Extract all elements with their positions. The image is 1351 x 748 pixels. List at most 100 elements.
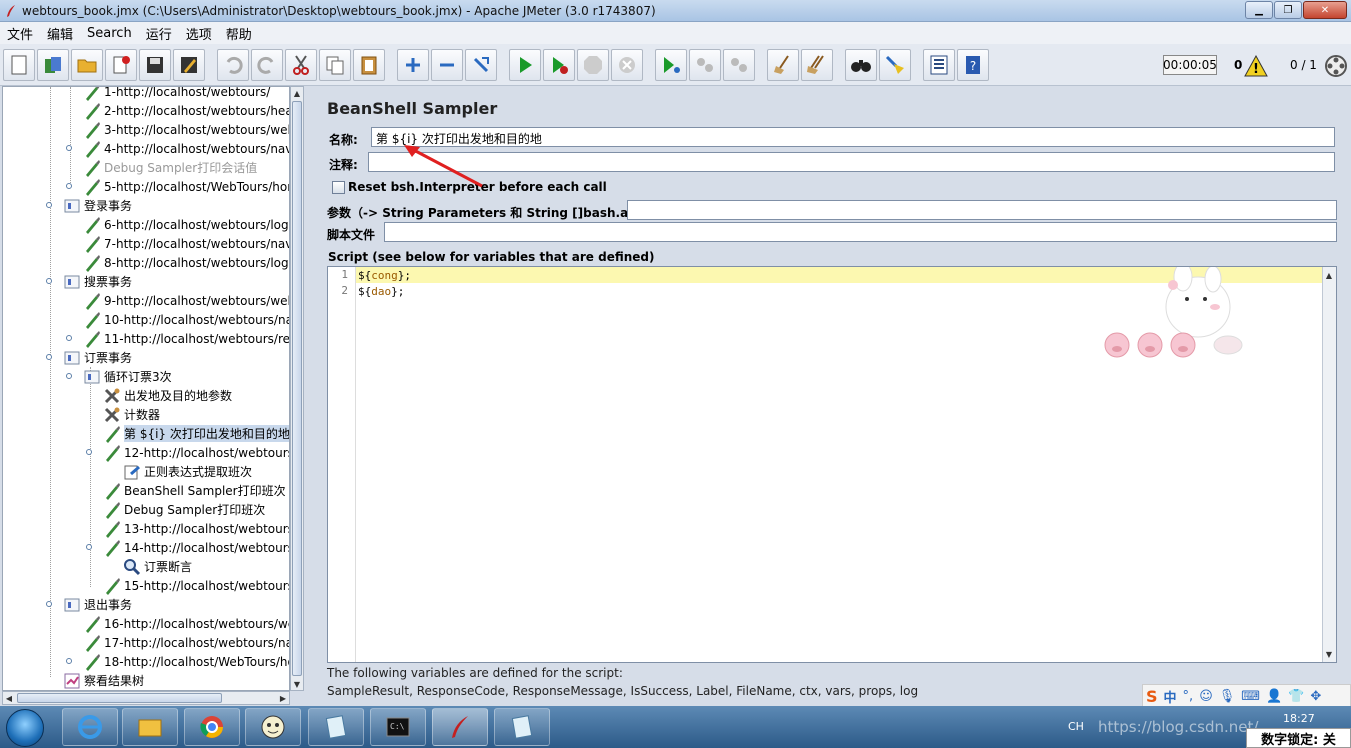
- remote-start-button[interactable]: [655, 49, 687, 81]
- tree-node[interactable]: 18-http://localhost/WebTours/hom: [83, 652, 289, 671]
- tree-node[interactable]: 2-http://localhost/webtours/header: [83, 101, 289, 120]
- tree-expand-handle[interactable]: [46, 278, 52, 284]
- tree-node[interactable]: 搜票事务: [63, 272, 132, 291]
- search-button[interactable]: [845, 49, 877, 81]
- script-file-field[interactable]: [384, 222, 1337, 242]
- close-window-button[interactable]: ✕: [1303, 1, 1347, 19]
- tree-node[interactable]: 15-http://localhost/webtours/re: [103, 576, 289, 595]
- tree-expand-handle[interactable]: [66, 335, 72, 341]
- new-button[interactable]: [3, 49, 35, 81]
- tree-node[interactable]: 8-http://localhost/webtours/login.p: [83, 253, 289, 272]
- tree-node[interactable]: 出发地及目的地参数: [103, 386, 232, 405]
- tree-node[interactable]: 订票事务: [63, 348, 132, 367]
- remote-engines-icon[interactable]: [1324, 54, 1348, 78]
- menu-search[interactable]: Search: [80, 26, 139, 41]
- save-button[interactable]: [139, 49, 171, 81]
- tree-node[interactable]: 16-http://localhost/webtours/welco: [83, 614, 289, 633]
- taskbar-explorer[interactable]: [122, 708, 178, 746]
- reset-interpreter-checkbox[interactable]: [332, 181, 345, 194]
- script-scroll-up-icon[interactable]: ▲: [1323, 269, 1335, 281]
- panel-splitter[interactable]: [305, 86, 317, 706]
- taskbar-chrome[interactable]: [184, 708, 240, 746]
- tree-node[interactable]: 计数器: [103, 405, 160, 424]
- tree-node[interactable]: 正则表达式提取班次: [123, 462, 252, 481]
- script-vertical-scrollbar[interactable]: ▲ ▼: [1322, 267, 1336, 662]
- cut-button[interactable]: [285, 49, 317, 81]
- hscroll-thumb[interactable]: [17, 693, 222, 703]
- close-file-button[interactable]: [105, 49, 137, 81]
- warning-icon[interactable]: !: [1244, 55, 1268, 77]
- tree-node[interactable]: 9-http://localhost/webtours/welcon: [83, 291, 289, 310]
- menu-options[interactable]: 选项: [179, 24, 219, 43]
- templates-button[interactable]: [37, 49, 69, 81]
- menu-run[interactable]: 运行: [139, 24, 179, 43]
- remote-stop-button[interactable]: [689, 49, 721, 81]
- emoji-icon[interactable]: ☺: [1199, 689, 1213, 704]
- tree-vertical-scrollbar[interactable]: ▲ ▼: [290, 86, 304, 691]
- shutdown-button[interactable]: [611, 49, 643, 81]
- scroll-thumb[interactable]: [292, 101, 302, 676]
- ime-toolbar[interactable]: S 中 °, ☺ 🎙 ⌨ 👤 👕 ✥: [1142, 684, 1351, 708]
- tree-node[interactable]: 登录事务: [63, 196, 132, 215]
- redo-button[interactable]: [251, 49, 283, 81]
- clear-button[interactable]: [767, 49, 799, 81]
- start-orb-button[interactable]: [6, 709, 44, 747]
- tree-node[interactable]: 5-http://localhost/WebTours/home: [83, 177, 289, 196]
- tree-node[interactable]: 11-http://localhost/webtours/reser: [83, 329, 289, 348]
- minimize-button[interactable]: ▁: [1245, 1, 1273, 19]
- stop-button[interactable]: [577, 49, 609, 81]
- scroll-left-icon[interactable]: ◀: [3, 692, 15, 704]
- save-screenshot-button[interactable]: [173, 49, 205, 81]
- scroll-up-icon[interactable]: ▲: [291, 87, 303, 99]
- taskbar-ie[interactable]: [62, 708, 118, 746]
- tools-icon[interactable]: ✥: [1310, 689, 1321, 704]
- taskbar-cmd[interactable]: C:\: [370, 708, 426, 746]
- tree-node[interactable]: 察看结果树: [63, 671, 144, 690]
- clear-all-button[interactable]: [801, 49, 833, 81]
- tree-node[interactable]: 17-http://localhost/webtours/nav.p: [83, 633, 289, 652]
- comment-field[interactable]: [368, 152, 1335, 172]
- expand-all-button[interactable]: [397, 49, 429, 81]
- tree-node[interactable]: Debug Sampler打印会话值: [83, 158, 257, 177]
- tree-node[interactable]: Debug Sampler打印班次: [103, 500, 265, 519]
- taskbar-jmeter[interactable]: [432, 708, 488, 746]
- tree-node[interactable]: 第 ${i} 次打印出发地和目的地: [103, 424, 289, 443]
- script-editor[interactable]: ${cong}; ${dao}; 1 2 ▲ ▼: [327, 266, 1337, 663]
- tree-node[interactable]: 6-http://localhost/webtours/login.p: [83, 215, 289, 234]
- reset-search-button[interactable]: [879, 49, 911, 81]
- skin-icon[interactable]: 👕: [1288, 689, 1304, 704]
- start-button[interactable]: [509, 49, 541, 81]
- tree-node[interactable]: 退出事务: [63, 595, 132, 614]
- tree-expand-handle[interactable]: [86, 449, 92, 455]
- tree-expand-handle[interactable]: [66, 145, 72, 151]
- scroll-down-icon[interactable]: ▼: [291, 678, 303, 690]
- menu-help[interactable]: 帮助: [219, 24, 259, 43]
- paste-button[interactable]: [353, 49, 385, 81]
- test-plan-tree[interactable]: 1-http://localhost/webtours/2-http://loc…: [2, 86, 290, 691]
- keyboard-icon[interactable]: ⌨: [1241, 689, 1260, 704]
- menu-edit[interactable]: 编辑: [40, 24, 80, 43]
- tree-node[interactable]: 订票断言: [123, 557, 192, 576]
- collapse-all-button[interactable]: [431, 49, 463, 81]
- tree-expand-handle[interactable]: [46, 601, 52, 607]
- remote-shutdown-button[interactable]: [723, 49, 755, 81]
- help-button[interactable]: ?: [957, 49, 989, 81]
- scroll-right-icon[interactable]: ▶: [277, 692, 289, 704]
- voice-icon[interactable]: 🎙: [1219, 689, 1236, 704]
- tree-expand-handle[interactable]: [46, 202, 52, 208]
- tree-node[interactable]: 12-http://localhost/webtours/re: [103, 443, 289, 462]
- start-no-pause-button[interactable]: [543, 49, 575, 81]
- tree-node[interactable]: 7-http://localhost/webtours/nav.pl: [83, 234, 289, 253]
- language-indicator[interactable]: CH: [1068, 720, 1084, 733]
- tree-node[interactable]: 1-http://localhost/webtours/: [83, 87, 270, 101]
- tree-node[interactable]: 10-http://localhost/webtours/nav.p: [83, 310, 289, 329]
- tree-expand-handle[interactable]: [66, 658, 72, 664]
- taskbar-face-app[interactable]: [245, 708, 301, 746]
- tree-node[interactable]: 循环订票3次: [83, 367, 172, 386]
- maximize-button[interactable]: ❐: [1274, 1, 1302, 19]
- tree-expand-handle[interactable]: [86, 544, 92, 550]
- punctuation-icon[interactable]: °,: [1183, 689, 1194, 704]
- function-helper-button[interactable]: [923, 49, 955, 81]
- toggle-button[interactable]: [465, 49, 497, 81]
- menu-file[interactable]: 文件: [0, 24, 40, 43]
